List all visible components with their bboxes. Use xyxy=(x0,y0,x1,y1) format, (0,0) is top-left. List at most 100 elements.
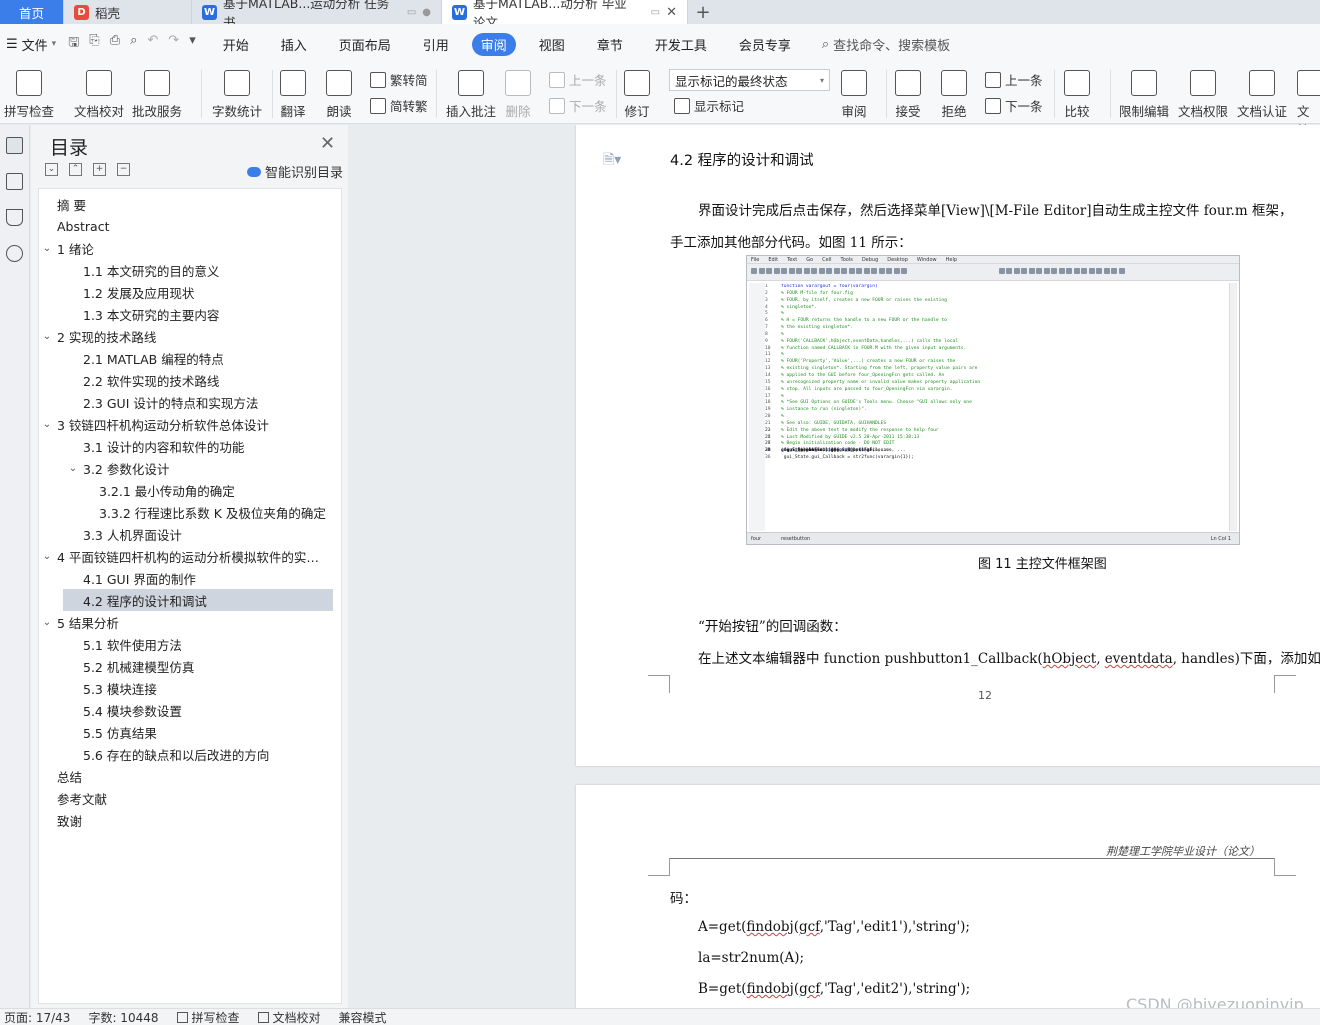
toc-item[interactable]: 4.1 GUI 界面的制作 xyxy=(39,567,341,589)
menu-page-layout[interactable]: 页面布局 xyxy=(330,33,400,56)
bookmark-icon[interactable] xyxy=(6,209,23,226)
chapter-nav-icon[interactable] xyxy=(6,173,23,190)
close-icon[interactable]: ✕ xyxy=(320,133,335,154)
review-pane-button[interactable]: 审阅 xyxy=(841,70,867,120)
menu-view[interactable]: 视图 xyxy=(530,33,574,56)
page-indicator[interactable]: 页面: 17/43 xyxy=(4,1009,70,1025)
tab-task-doc[interactable]: W 基于MATLAB...运动分析 任务书 ▭ ● xyxy=(192,0,442,30)
menu-references[interactable]: 引用 xyxy=(414,33,458,56)
remove-heading-icon[interactable]: − xyxy=(117,163,130,176)
markup-state-select[interactable]: 显示标记的最终状态 ▾ xyxy=(669,69,830,91)
menu-insert[interactable]: 插入 xyxy=(272,33,316,56)
review-service-button[interactable]: 批改服务 xyxy=(132,70,182,120)
add-heading-icon[interactable]: + xyxy=(93,163,106,176)
toc-item[interactable]: ⌄ 2 实现的技术路线 xyxy=(39,325,341,347)
read-aloud-button[interactable]: 朗读 xyxy=(326,70,352,120)
next-comment-button[interactable]: 下一条 xyxy=(549,96,607,115)
menu-start[interactable]: 开始 xyxy=(214,33,258,56)
translate-button[interactable]: 翻译 xyxy=(280,70,306,120)
toc-item[interactable]: 5.1 软件使用方法 xyxy=(39,633,341,655)
toc-item[interactable]: 3.3 人机界面设计 xyxy=(39,523,341,545)
toc-item[interactable]: 2.1 MATLAB 编程的特点 xyxy=(39,347,341,369)
toc-item[interactable]: 参考文献 xyxy=(39,787,341,809)
toc-item[interactable]: ⌄ 5 结果分析 xyxy=(39,611,341,633)
toc-item[interactable]: 1.1 本文研究的目的意义 xyxy=(39,259,341,281)
revise-button[interactable]: 修订 xyxy=(624,70,650,120)
toc-item[interactable]: 5.3 模块连接 xyxy=(39,677,341,699)
word-count-indicator[interactable]: 字数: 10448 xyxy=(88,1009,158,1025)
word-count-button[interactable]: 字数统计 xyxy=(212,70,262,120)
menu-review[interactable]: 审阅 xyxy=(471,32,516,56)
expand-all-icon[interactable]: ⌃ xyxy=(69,163,82,176)
accept-button[interactable]: 接受 xyxy=(895,70,921,120)
trad-to-simp-button[interactable]: 繁转简 xyxy=(370,70,428,89)
toc-item[interactable]: 5.6 存在的缺点和以后改进的方向 xyxy=(39,743,341,765)
menu-developer[interactable]: 开发工具 xyxy=(646,33,716,56)
toc-item[interactable]: 致谢 xyxy=(39,809,341,831)
smart-toc-button[interactable]: 智能识别目录 xyxy=(247,162,343,181)
simp-to-trad-button[interactable]: 简转繁 xyxy=(370,96,428,115)
show-markup-button[interactable]: 显示标记 xyxy=(674,96,744,115)
toc-item[interactable]: 1.2 发展及应用现状 xyxy=(39,281,341,303)
toc-item[interactable]: 3.3.2 行程速比系数 K 及极位夹角的确定 xyxy=(39,501,341,523)
prev-comment-button[interactable]: 上一条 xyxy=(549,70,607,89)
toc-item[interactable]: ⌄ 3 铰链四杆机构运动分析软件总体设计 xyxy=(39,413,341,435)
toc-item[interactable]: Abstract xyxy=(39,215,341,237)
collapse-all-icon[interactable]: ⌄ xyxy=(45,163,58,176)
tab-daoke[interactable]: D 稻壳 xyxy=(64,0,192,24)
reject-button[interactable]: 拒绝 xyxy=(941,70,967,120)
chevron-down-icon[interactable]: ⌄ xyxy=(67,463,79,474)
print-preview-icon[interactable]: ⌕ xyxy=(130,33,137,55)
toc-item[interactable]: 2.2 软件实现的技术路线 xyxy=(39,369,341,391)
outline-icon[interactable] xyxy=(6,137,23,154)
toc-item[interactable]: 总结 xyxy=(39,765,341,787)
insert-comment-button[interactable]: 插入批注 xyxy=(446,70,496,120)
toc-item[interactable]: 4.2 程序的设计和调试 xyxy=(63,589,333,611)
restrict-edit-button[interactable]: 限制编辑 xyxy=(1119,70,1169,120)
toc-item[interactable]: 5.2 机械建模型仿真 xyxy=(39,655,341,677)
tab-close-icon[interactable]: ✕ xyxy=(666,5,677,20)
matlab-editor-figure[interactable]: File Edit Text Go Cell Tools Debug Desktop Windo… xyxy=(746,255,1240,545)
undo-icon[interactable]: ↶ xyxy=(147,33,158,55)
doc-proof-toggle[interactable]: 文档校对 xyxy=(257,1009,321,1025)
spell-check-button[interactable]: 拼写检查 xyxy=(4,70,54,120)
menu-member[interactable]: 会员专享 xyxy=(730,33,800,56)
tab-screen-icon[interactable]: ▭ xyxy=(651,7,660,18)
chevron-down-icon[interactable]: ⌄ xyxy=(41,551,53,562)
chevron-down-icon[interactable]: ⌄ xyxy=(41,243,53,254)
command-search[interactable]: ⌕ 查找命令、搜索模板 xyxy=(822,35,950,54)
tab-thesis-doc[interactable]: W 基于MATLAB...动分析 毕业论文 ▭ ✕ xyxy=(442,0,688,30)
redo-icon[interactable]: ↷ xyxy=(168,33,179,55)
toc-item[interactable]: 摘 要 xyxy=(39,193,341,215)
menu-section[interactable]: 章节 xyxy=(588,33,632,56)
toc-item[interactable]: 3.1 设计的内容和软件的功能 xyxy=(39,435,341,457)
doc-proof-button[interactable]: 文档校对 xyxy=(74,70,124,120)
chevron-down-icon[interactable]: ⌄ xyxy=(41,617,53,628)
toc-item[interactable]: 1.3 本文研究的主要内容 xyxy=(39,303,341,325)
toc-item[interactable]: ⌄ 3.2 参数化设计 xyxy=(39,457,341,479)
new-tab-button[interactable]: + xyxy=(688,0,718,24)
toc-item[interactable]: 5.4 模块参数设置 xyxy=(39,699,341,721)
delete-comment-button[interactable]: 删除 xyxy=(505,70,531,120)
quick-access-more-icon[interactable]: ▾ xyxy=(189,33,196,55)
toc-item[interactable]: 5.5 仿真结果 xyxy=(39,721,341,743)
doc-cert-button[interactable]: 文档认证 xyxy=(1237,70,1287,120)
toc-item[interactable]: ⌄ 4 平面铰链四杆机构的运动分析模拟软件的实… xyxy=(39,545,341,567)
tab-screen-icon[interactable]: ▭ xyxy=(407,7,416,18)
toc-item[interactable]: 2.3 GUI 设计的特点和实现方法 xyxy=(39,391,341,413)
doc-rights-button[interactable]: 文档权限 xyxy=(1178,70,1228,120)
paragraph-marker-icon[interactable]: 🗎▾ xyxy=(603,149,621,173)
format-painter-icon[interactable]: ⎘ xyxy=(89,33,99,55)
next-change-button[interactable]: 下一条 xyxy=(985,96,1043,115)
tab-home[interactable]: 首页 xyxy=(0,0,64,24)
toc-item[interactable]: ⌄ 1 绪论 xyxy=(39,237,341,259)
print-icon[interactable]: ⎙ xyxy=(110,33,120,55)
chevron-down-icon[interactable]: ⌄ xyxy=(41,331,53,342)
compare-button[interactable]: 比较 xyxy=(1064,70,1090,120)
file-menu[interactable]: ☰ 文件 ▾ xyxy=(6,35,56,54)
chevron-down-icon[interactable]: ⌄ xyxy=(41,419,53,430)
toc-item[interactable]: 3.2.1 最小传动角的确定 xyxy=(39,479,341,501)
save-icon[interactable]: 🖫 xyxy=(68,33,79,55)
find-icon[interactable] xyxy=(6,245,23,262)
prev-change-button[interactable]: 上一条 xyxy=(985,70,1043,89)
